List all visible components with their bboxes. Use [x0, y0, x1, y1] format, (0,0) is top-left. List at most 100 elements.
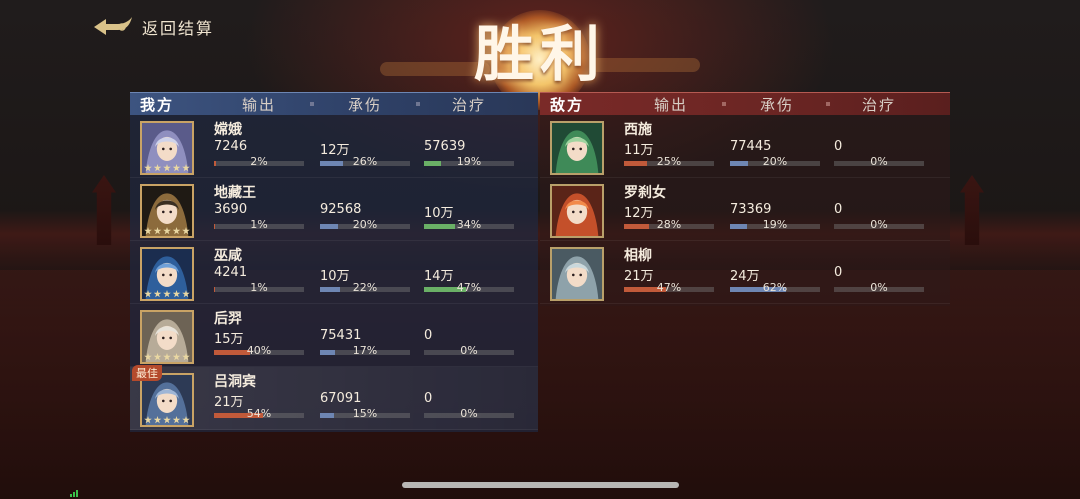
damage-taken-stat: 73369 19%: [730, 202, 820, 234]
star-icon: [153, 416, 162, 424]
ally-stats-panel: 我方 输出 承伤 治疗 嫦娥 7246 2% 12万 26% 57639 19% 地藏王 369…: [130, 92, 538, 432]
output-stat-percent: 28%: [656, 218, 682, 231]
star-icon: [153, 290, 162, 298]
star-icon: [172, 353, 181, 361]
column-healing: 治疗: [862, 95, 897, 114]
healing-stat: 0 0%: [424, 328, 514, 360]
healing-stat: 0 0%: [834, 139, 924, 171]
avatar-xiangliu-icon[interactable]: [550, 247, 604, 301]
player-name: 罗刹女: [624, 185, 666, 201]
star-rating: [144, 290, 190, 298]
back-to-results-button[interactable]: 返回结算: [92, 12, 214, 42]
output-stat-percent: 54%: [246, 407, 272, 420]
avatar-lvdongbin-icon[interactable]: [140, 373, 194, 427]
star-rating: [144, 353, 190, 361]
enemy-rows: 西施 11万 25% 77445 20% 0 0% 罗刹女 12万 28% 73369 19% 0 0% 相…: [540, 115, 950, 304]
output-stat-percent: 47%: [656, 281, 682, 294]
avatar-xishi-icon[interactable]: [550, 121, 604, 175]
healing-stat: 57639 19%: [424, 139, 514, 171]
output-stat-value: 7246: [214, 139, 248, 154]
star-icon: [163, 164, 171, 172]
output-stat: 3690 1%: [214, 202, 304, 234]
healing-stat: 0 0%: [834, 265, 924, 297]
star-rating: [144, 416, 190, 424]
star-icon: [172, 164, 181, 172]
star-icon: [172, 227, 181, 235]
damage-taken-stat: 12万 26%: [320, 139, 410, 171]
healing-stat-percent: 0%: [870, 218, 888, 231]
star-icon: [144, 227, 152, 235]
player-name: 吕洞宾: [214, 374, 256, 390]
player-row[interactable]: 西施 11万 25% 77445 20% 0 0%: [540, 115, 950, 178]
star-icon: [163, 416, 171, 424]
column-output: 输出: [242, 95, 277, 114]
star-icon: [182, 290, 190, 298]
home-indicator[interactable]: [402, 482, 679, 488]
player-row[interactable]: 相柳 21万 47% 24万 62% 0 0%: [540, 241, 950, 304]
enemy-header: 敌方 输出 承伤 治疗: [540, 92, 950, 115]
healing-stat-value: 0: [834, 265, 843, 280]
healing-stat-percent: 0%: [460, 407, 478, 420]
damage-taken-stat-percent: 62%: [762, 281, 788, 294]
player-name: 后羿: [214, 311, 242, 327]
player-row[interactable]: 嫦娥 7246 2% 12万 26% 57639 19%: [130, 115, 538, 178]
healing-stat: 0 0%: [424, 391, 514, 423]
star-icon: [163, 353, 171, 361]
player-row[interactable]: 罗刹女 12万 28% 73369 19% 0 0%: [540, 178, 950, 241]
healing-stat: 0 0%: [834, 202, 924, 234]
header-dot: [310, 102, 314, 106]
avatar-dizangwang-icon[interactable]: [140, 184, 194, 238]
column-damage-taken: 承伤: [760, 95, 795, 114]
ally-header: 我方 输出 承伤 治疗: [130, 92, 538, 115]
avatar-luoshanv-icon[interactable]: [550, 184, 604, 238]
output-stat: 21万 54%: [214, 391, 304, 423]
star-icon: [172, 290, 181, 298]
avatar-change-icon[interactable]: [140, 121, 194, 175]
player-row[interactable]: 最佳吕洞宾 21万 54% 67091 15% 0 0%: [130, 365, 538, 430]
avatar-houyi-icon[interactable]: [140, 310, 194, 364]
player-row[interactable]: 巫咸 4241 1% 10万 22% 14万 47%: [130, 241, 538, 304]
player-name: 地藏王: [214, 185, 256, 201]
player-row[interactable]: 地藏王 3690 1% 92568 20% 10万 34%: [130, 178, 538, 241]
star-rating: [144, 164, 190, 172]
healing-stat-percent: 0%: [460, 344, 478, 357]
damage-taken-stat-percent: 17%: [352, 344, 378, 357]
output-stat: 15万 40%: [214, 328, 304, 360]
ally-team-label: 我方: [140, 95, 175, 114]
player-name: 巫咸: [214, 248, 242, 264]
output-stat: 4241 1%: [214, 265, 304, 297]
best-player-badge: 最佳: [132, 365, 162, 381]
damage-taken-stat-percent: 22%: [352, 281, 378, 294]
damage-taken-stat-value: 73369: [730, 202, 772, 217]
damage-taken-stat-value: 75431: [320, 328, 362, 343]
player-row[interactable]: 后羿 15万 40% 75431 17% 0 0%: [130, 304, 538, 367]
damage-taken-stat-value: 77445: [730, 139, 772, 154]
healing-stat-percent: 19%: [456, 155, 482, 168]
healing-stat-value: 0: [424, 328, 433, 343]
star-rating: [144, 227, 190, 235]
healing-stat-percent: 0%: [870, 281, 888, 294]
healing-stat-value: 0: [834, 202, 843, 217]
back-label: 返回结算: [142, 19, 215, 38]
healing-stat-percent: 34%: [456, 218, 482, 231]
column-output: 输出: [654, 95, 689, 114]
output-stat: 11万 25%: [624, 139, 714, 171]
output-stat-percent: 40%: [246, 344, 272, 357]
healing-stat-value: 0: [424, 391, 433, 406]
player-name: 相柳: [624, 248, 652, 264]
star-icon: [182, 416, 190, 424]
output-stat-value: 3690: [214, 202, 248, 217]
damage-taken-stat-value: 92568: [320, 202, 362, 217]
header-dot: [722, 102, 726, 106]
healing-stat: 10万 34%: [424, 202, 514, 234]
star-icon: [172, 416, 181, 424]
healing-stat-percent: 47%: [456, 281, 482, 294]
healing-stat-value: 57639: [424, 139, 466, 154]
victory-title: 胜利: [474, 20, 606, 90]
output-stat-percent: 2%: [250, 155, 268, 168]
avatar-wuxian-icon[interactable]: [140, 247, 194, 301]
damage-taken-stat-percent: 20%: [352, 218, 378, 231]
damage-taken-stat-percent: 19%: [762, 218, 788, 231]
damage-taken-stat: 67091 15%: [320, 391, 410, 423]
enemy-team-label: 敌方: [550, 95, 585, 114]
